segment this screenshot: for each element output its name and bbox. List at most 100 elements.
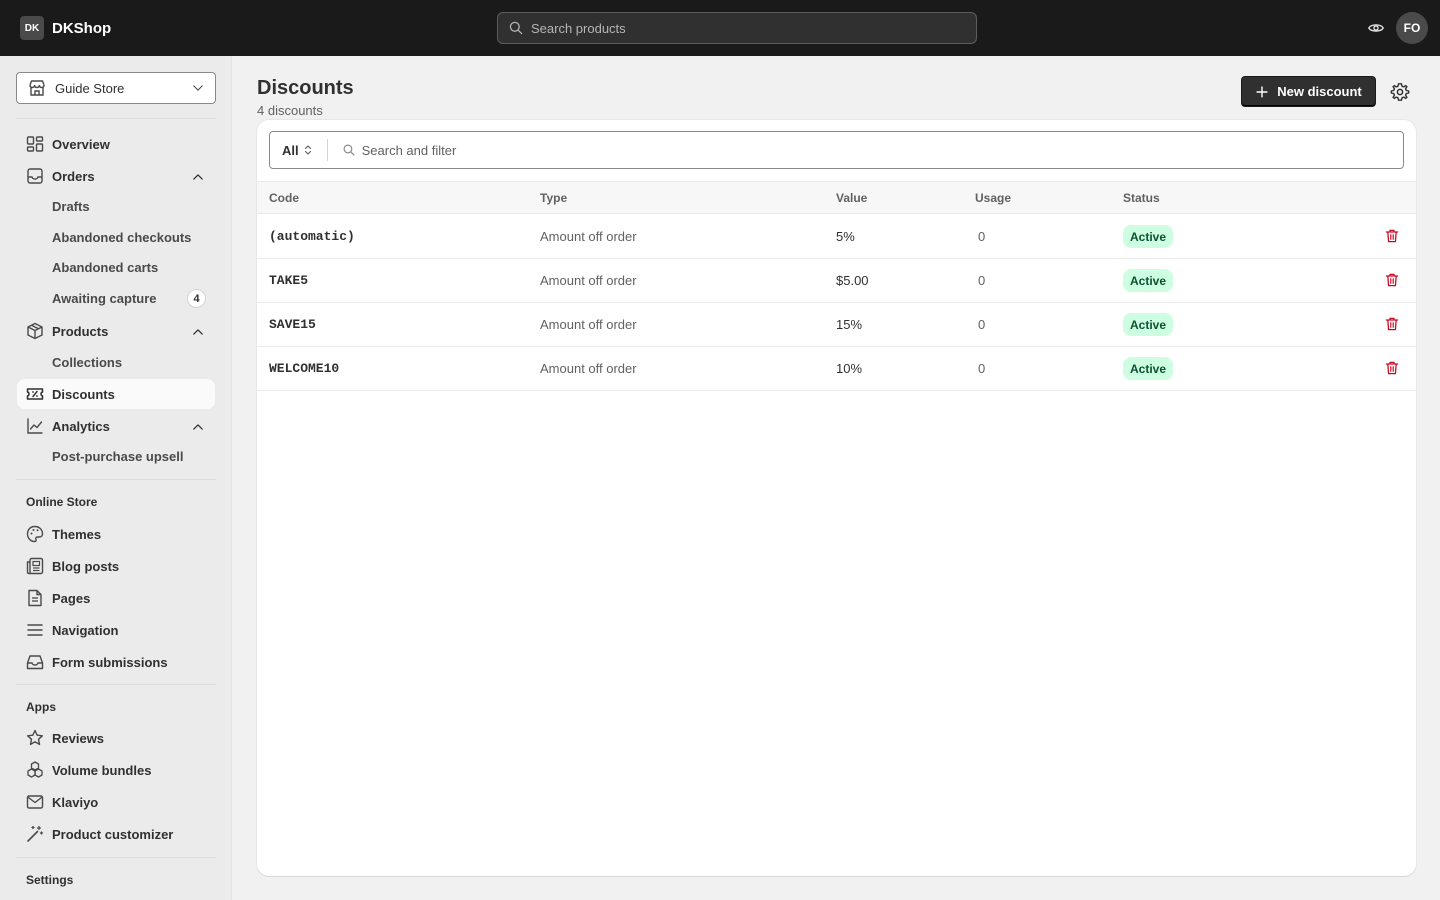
column-header-code[interactable]: Code [269, 191, 299, 205]
page-icon [25, 588, 45, 608]
sidebar-divider [16, 684, 216, 685]
section-heading-settings[interactable]: Settings [26, 873, 73, 887]
blog-icon [25, 556, 45, 576]
trash-icon [1384, 228, 1400, 244]
star-icon [25, 728, 45, 748]
sidebar-item-label: Products [52, 323, 109, 339]
table-row[interactable]: SAVE15 Amount off order 15% 0 Active [257, 303, 1416, 347]
plus-icon [1255, 85, 1269, 99]
sidebar-item-label: Form submissions [52, 654, 168, 670]
sidebar-item-products[interactable]: Products [17, 316, 215, 346]
sidebar-item-label: Pages [52, 590, 91, 606]
sidebar-item-post-purchase-upsell[interactable]: Post-purchase upsell [17, 442, 215, 470]
filter-search-input[interactable] [361, 142, 1262, 158]
global-search[interactable] [497, 12, 977, 44]
sidebar-item-drafts[interactable]: Drafts [17, 192, 215, 220]
status-badge: Active [1123, 313, 1174, 336]
magic-wand-icon [25, 824, 45, 844]
sidebar-item-overview[interactable]: Overview [17, 129, 215, 159]
discount-usage: 0 [978, 317, 986, 332]
filter-search[interactable] [328, 142, 1403, 158]
discount-type: Amount off order [540, 273, 637, 288]
sidebar-item-discounts[interactable]: Discounts [17, 379, 215, 409]
page-title: Discounts [257, 77, 354, 99]
menu-icon [25, 620, 45, 640]
column-header-usage[interactable]: Usage [975, 191, 1011, 205]
chevron-up-icon[interactable] [191, 170, 205, 184]
settings-button[interactable] [1388, 80, 1412, 104]
sidebar-item-pages[interactable]: Pages [17, 583, 215, 613]
sidebar-item-label: Orders [52, 168, 95, 184]
sidebar-item-product-customizer[interactable]: Product customizer [17, 819, 215, 849]
sidebar-item-blog-posts[interactable]: Blog posts [17, 551, 215, 581]
discount-code[interactable]: WELCOME10 [269, 361, 339, 376]
user-avatar[interactable]: FO [1396, 12, 1428, 44]
global-search-input[interactable] [531, 20, 951, 36]
sidebar-item-label: Blog posts [52, 558, 120, 574]
chevron-up-icon[interactable] [191, 325, 205, 339]
delete-discount-button[interactable] [1382, 270, 1402, 290]
preview-store-button[interactable] [1364, 16, 1388, 40]
table-row[interactable]: WELCOME10 Amount off order 10% 0 Active [257, 347, 1416, 391]
chevron-up-icon[interactable] [191, 420, 205, 434]
sidebar-item-awaiting-capture[interactable]: Awaiting capture 4 [17, 284, 215, 312]
sidebar-item-collections[interactable]: Collections [17, 348, 215, 376]
delete-discount-button[interactable] [1382, 314, 1402, 334]
search-icon [343, 144, 355, 156]
sidebar-item-navigation[interactable]: Navigation [17, 615, 215, 645]
dashboard-icon [25, 134, 45, 154]
sidebar-item-abandoned-checkouts[interactable]: Abandoned checkouts [17, 223, 215, 251]
discount-code[interactable]: (automatic) [269, 229, 355, 244]
count-badge: 4 [187, 289, 206, 308]
discount-icon [25, 384, 45, 404]
mail-icon [25, 792, 45, 812]
section-heading-online-store[interactable]: Online Store [26, 495, 97, 509]
sidebar-item-label: Discounts [52, 386, 115, 402]
delete-discount-button[interactable] [1382, 358, 1402, 378]
column-header-type[interactable]: Type [540, 191, 567, 205]
sidebar-item-abandoned-carts[interactable]: Abandoned carts [17, 253, 215, 281]
discount-code[interactable]: SAVE15 [269, 317, 316, 332]
sidebar-item-klaviyo[interactable]: Klaviyo [17, 787, 215, 817]
discount-value: 5% [836, 229, 855, 244]
sidebar: Guide Store Overview Orders Drafts Aband… [0, 56, 232, 900]
boxes-icon [25, 760, 45, 780]
discounts-card: All Code Type Value Usage Status (automa… [257, 120, 1416, 876]
sidebar-item-themes[interactable]: Themes [17, 519, 215, 549]
discount-usage: 0 [978, 273, 986, 288]
trash-icon [1384, 316, 1400, 332]
column-header-status[interactable]: Status [1123, 191, 1160, 205]
sidebar-item-label: Volume bundles [52, 762, 152, 778]
discount-code[interactable]: TAKE5 [269, 273, 308, 288]
sidebar-item-label: Themes [52, 526, 102, 542]
delete-discount-button[interactable] [1382, 226, 1402, 246]
store-selector[interactable]: Guide Store [16, 72, 216, 104]
table-row[interactable]: (automatic) Amount off order 5% 0 Active [257, 215, 1416, 259]
inbox-tray-icon [25, 652, 45, 672]
sidebar-divider [16, 857, 216, 858]
chart-line-icon [25, 416, 45, 436]
filter-view-select[interactable]: All [270, 139, 328, 161]
new-discount-button[interactable]: New discount [1241, 76, 1376, 107]
store-icon [29, 80, 45, 96]
sidebar-item-orders[interactable]: Orders [17, 161, 215, 191]
column-header-value[interactable]: Value [836, 191, 867, 205]
brand[interactable]: DK DKShop [20, 16, 111, 40]
brand-name: DKShop [52, 19, 112, 37]
sidebar-item-reviews[interactable]: Reviews [17, 723, 215, 753]
section-heading-apps[interactable]: Apps [26, 700, 56, 714]
sidebar-item-label: Reviews [52, 730, 105, 746]
discount-value: 10% [836, 361, 863, 376]
sidebar-item-analytics[interactable]: Analytics [17, 411, 215, 441]
sidebar-item-volume-bundles[interactable]: Volume bundles [17, 755, 215, 785]
sort-arrows-icon [304, 145, 311, 155]
sidebar-item-form-submissions[interactable]: Form submissions [17, 647, 215, 677]
brand-logo: DK [20, 16, 44, 40]
filter-bar: All [269, 131, 1404, 169]
product-icon [25, 321, 45, 341]
discount-type: Amount off order [540, 317, 637, 332]
trash-icon [1384, 272, 1400, 288]
top-bar: DK DKShop FO [0, 0, 1440, 56]
status-badge: Active [1123, 225, 1174, 248]
table-row[interactable]: TAKE5 Amount off order $5.00 0 Active [257, 259, 1416, 303]
